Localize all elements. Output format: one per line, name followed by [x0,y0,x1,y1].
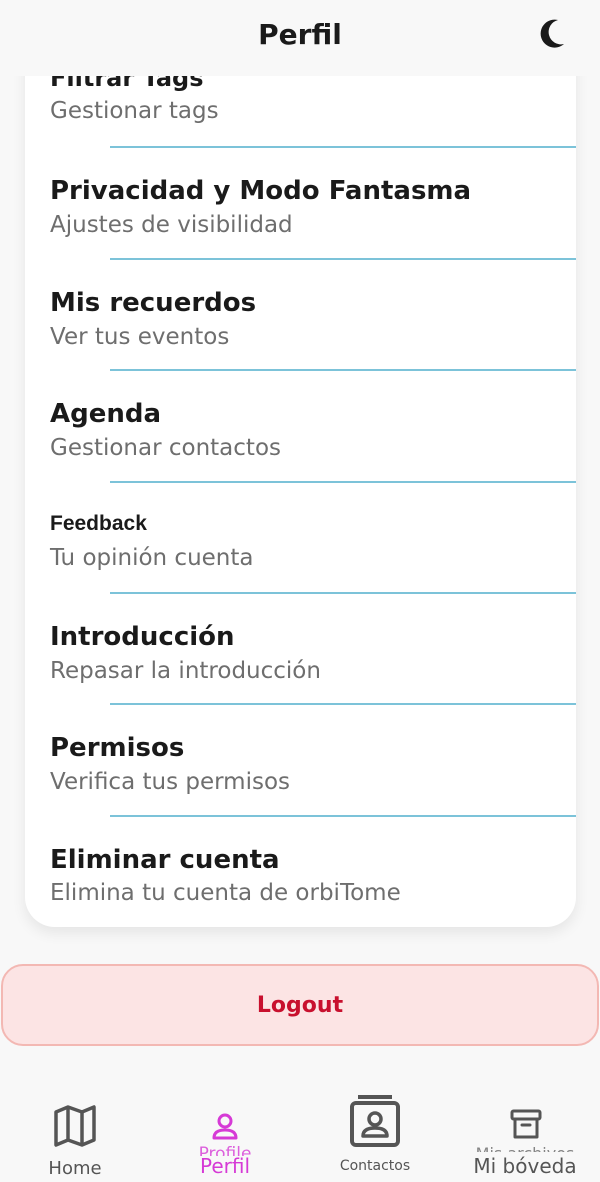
menu-item-subtitle: Gestionar tags [50,98,219,124]
bottom-nav: Home Profile Perfil Contactos Mis archiv… [0,1086,600,1182]
person-icon [212,1113,238,1140]
menu-item-permissions[interactable]: Permisos Verifica tus permisos [25,705,576,817]
nav-vault-ghost-label: Mis archivos [455,1144,595,1152]
menu-item-subtitle: Repasar la introducción [50,658,321,684]
menu-item-title: Privacidad y Modo Fantasma [50,176,472,206]
nav-vault[interactable]: Mis archivos Mi bóveda [455,1086,595,1182]
menu-item-subtitle: Tu opinión cuenta [50,545,254,571]
menu-item-subtitle: Elimina tu cuenta de orbiTome [50,880,401,906]
menu-item-title: Permisos [50,733,185,763]
menu-item-memories[interactable]: Mis recuerdos Ver tus eventos [25,260,576,371]
nav-contacts-label: Contactos [339,1158,411,1174]
nav-profile[interactable]: Profile Perfil [165,1086,285,1182]
nav-home-label: Home [48,1158,102,1179]
menu-item-introduction[interactable]: Introducción Repasar la introducción [25,594,576,705]
nav-home[interactable]: Home [15,1086,135,1182]
nav-vault-label: Mi bóveda [473,1154,577,1178]
menu-item-delete-account[interactable]: Eliminar cuenta Elimina tu cuenta de orb… [25,817,576,927]
menu-item-subtitle: Verifica tus permisos [50,769,291,795]
page-title: Perfil [258,18,342,51]
settings-card: Filtrar Tags Gestionar tags Privacidad y… [25,30,576,927]
contact-card-icon [350,1095,400,1147]
menu-item-subtitle: Ver tus eventos [50,324,230,350]
menu-item-subtitle: Gestionar contactos [50,435,281,461]
logout-label: Logout [256,992,344,1018]
menu-item-feedback[interactable]: Feedback Tu opinión cuenta [25,483,576,594]
map-icon [54,1105,96,1147]
menu-item-title: Introducción [50,622,235,652]
nav-profile-label: Perfil [199,1154,251,1178]
logout-button[interactable]: Logout [1,964,599,1046]
archive-box-icon [510,1109,542,1139]
menu-item-title: Agenda [50,399,162,429]
moon-icon [540,19,564,48]
menu-item-privacy[interactable]: Privacidad y Modo Fantasma Ajustes de vi… [25,148,576,260]
menu-item-title: Eliminar cuenta [50,845,280,875]
top-bar: Perfil [0,0,600,76]
menu-item-agenda[interactable]: Agenda Gestionar contactos [25,371,576,483]
menu-item-title: Mis recuerdos [50,288,257,318]
theme-toggle-button[interactable] [536,16,570,52]
nav-contacts[interactable]: Contactos [315,1086,435,1182]
menu-item-title: Feedback [50,512,147,535]
menu-item-subtitle: Ajustes de visibilidad [50,212,293,238]
